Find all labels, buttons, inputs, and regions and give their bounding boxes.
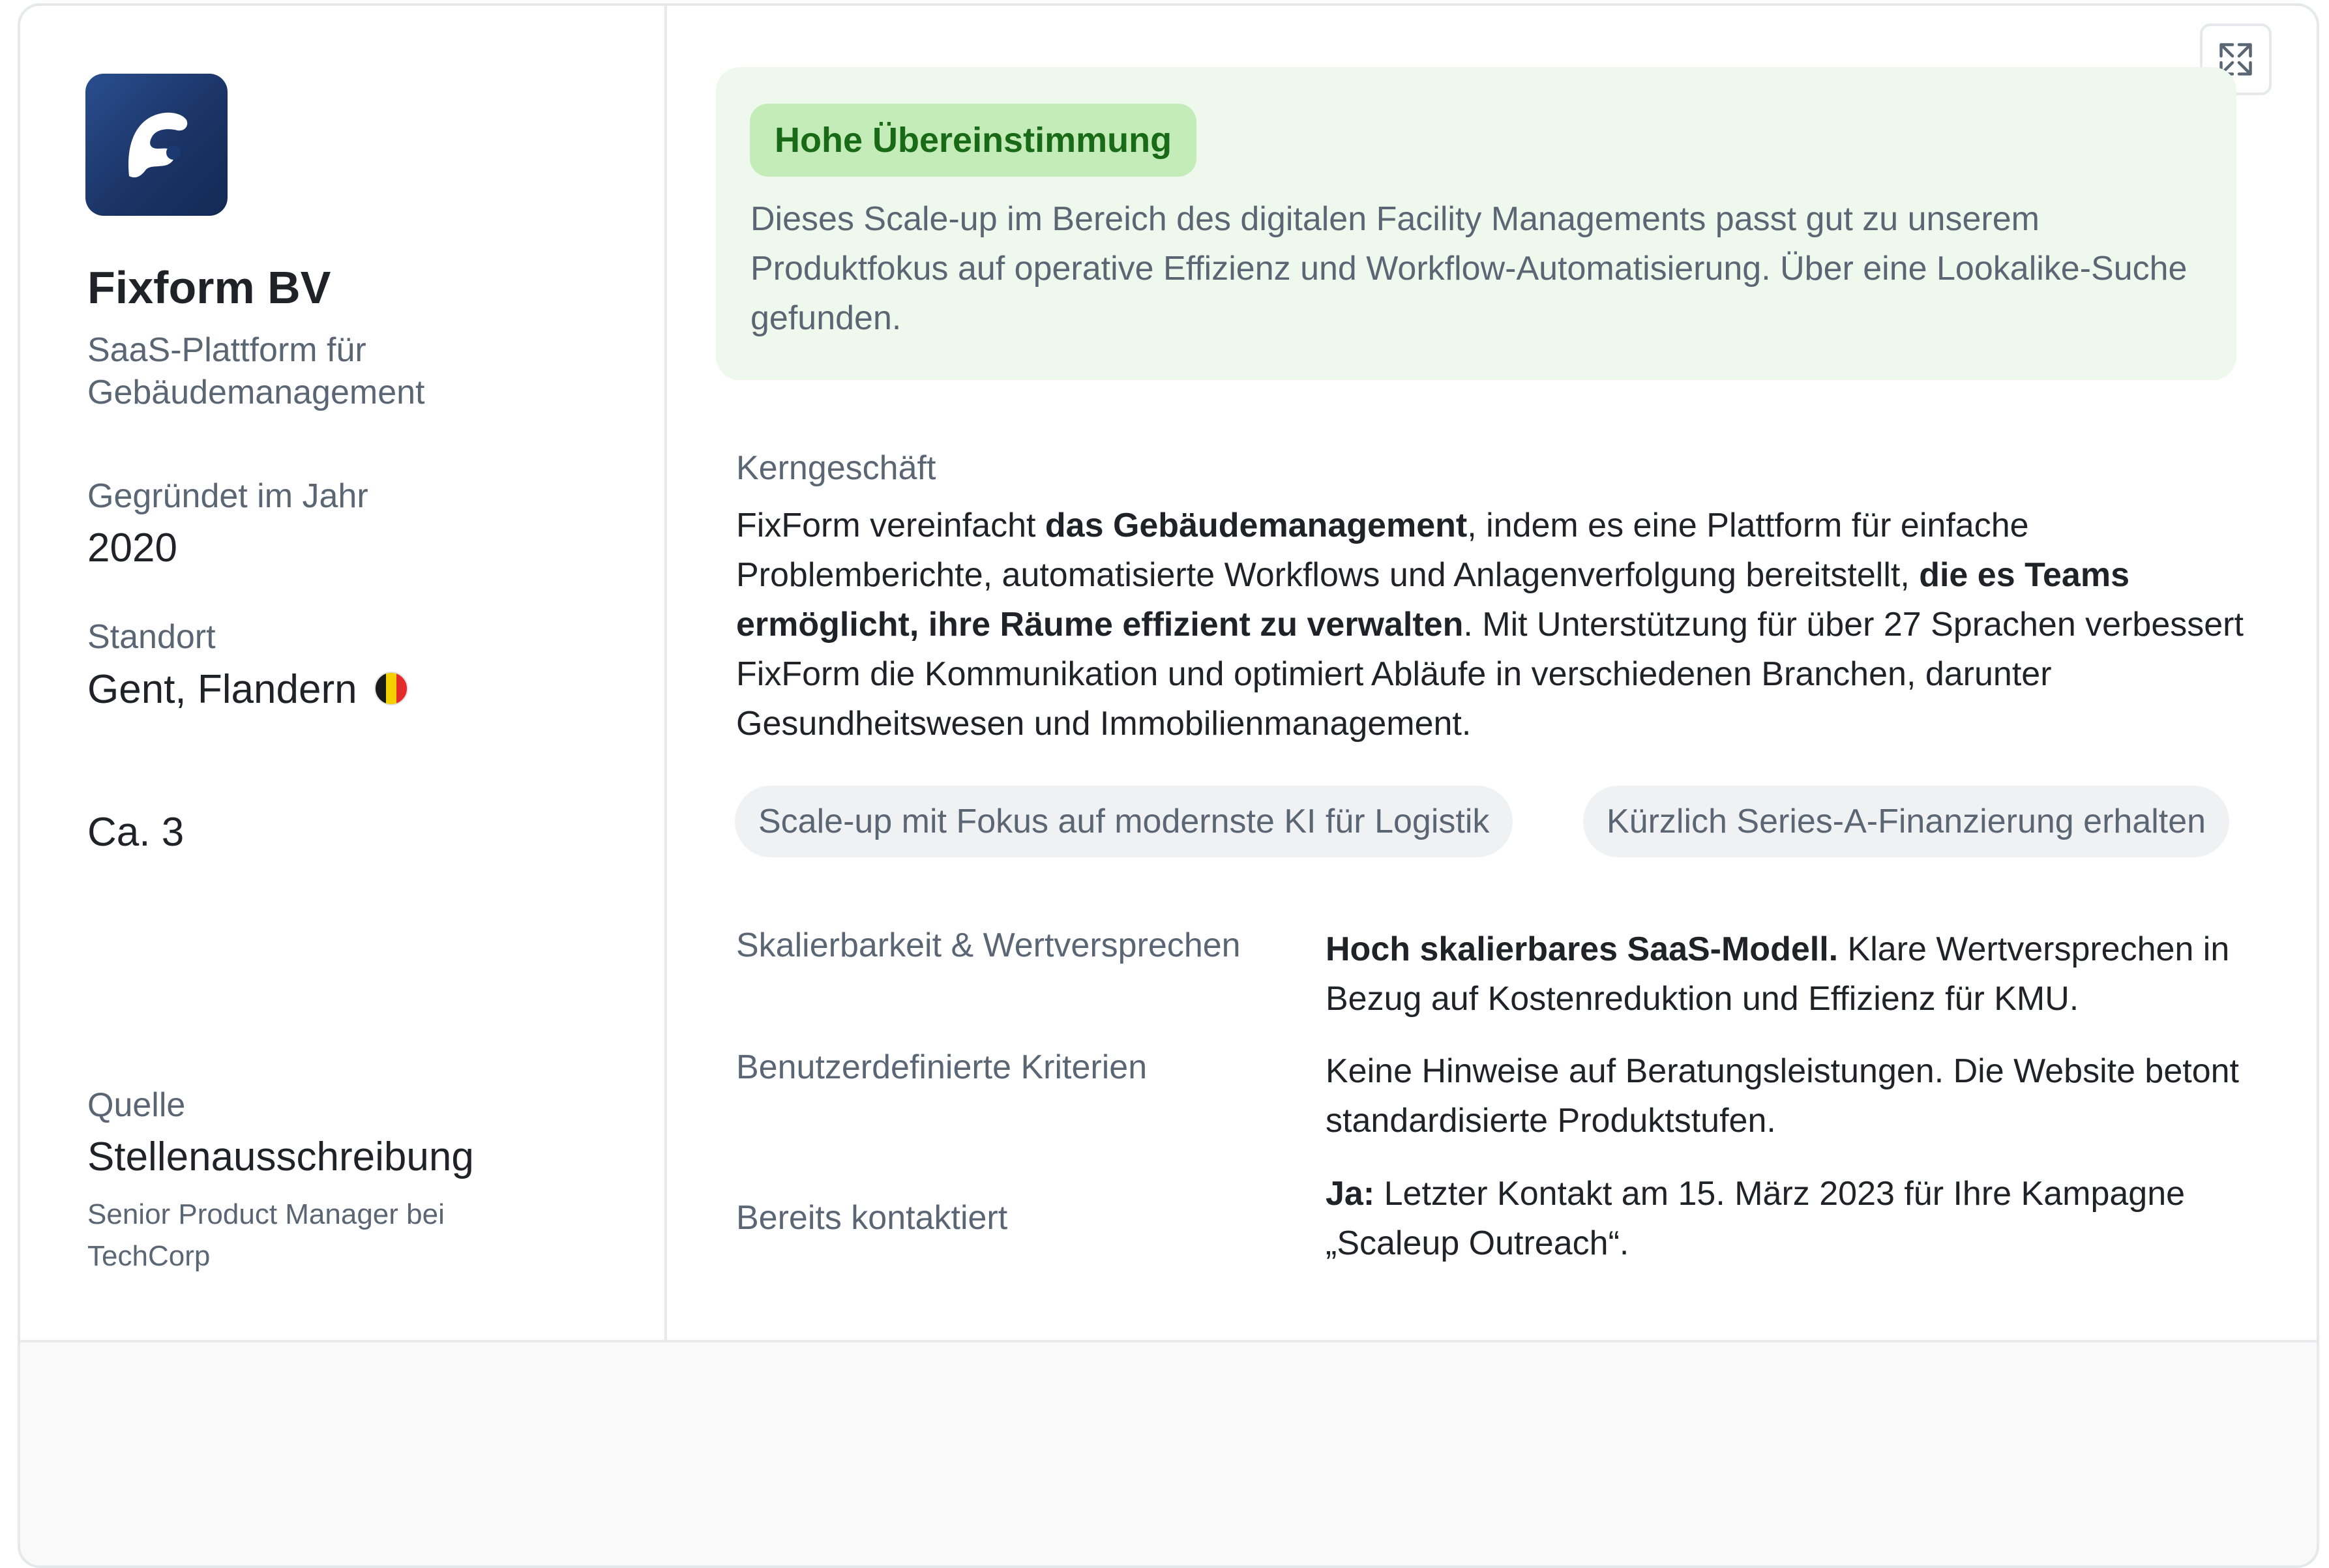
core-text-part: FixForm vereinfacht — [736, 507, 1045, 544]
contacted-value: Ja: Letzter Kontakt am 15. März 2023 für… — [1326, 1169, 2264, 1268]
criteria-label: Benutzerdefinierte Kriterien — [736, 1048, 1148, 1086]
source-label: Quelle — [87, 1086, 186, 1124]
scalability-bold: Hoch skalierbares SaaS-Modell. — [1326, 930, 1839, 968]
location-value: Gent, Flandern — [87, 666, 408, 713]
criteria-value: Keine Hinweise auf Beratungsleistungen. … — [1326, 1052, 2240, 1140]
match-description: Dieses Scale-up im Bereich des digitalen… — [750, 200, 2188, 337]
tag-pill: Kürzlich Series-A-Finanzierung erhalten — [1583, 786, 2230, 857]
company-name: Fixform BV — [87, 262, 331, 313]
fixform-logo-icon — [85, 74, 228, 216]
employees-value: Ca. 3 — [87, 810, 185, 855]
core-business-text: FixForm vereinfacht das Gebäudemanagemen… — [736, 501, 2249, 748]
location-text: Gent, Flandern — [87, 667, 357, 712]
tag-pill: Scale-up mit Fokus auf modernste KI für … — [735, 786, 1513, 857]
scalability-label: Skalierbarkeit & Wertversprechen — [736, 926, 1241, 964]
founded-value: 2020 — [87, 525, 177, 570]
belgium-flag-icon — [374, 672, 408, 705]
card-footer — [20, 1340, 2317, 1565]
core-business-label: Kerngeschäft — [736, 449, 936, 487]
contacted-text: Letzter Kontakt am 15. März 2023 für Ihr… — [1326, 1175, 2186, 1262]
match-badge: Hohe Übereinstimmung — [750, 104, 1197, 177]
core-text-bold: das Gebäudemanagement — [1045, 507, 1468, 544]
scalability-value: Hoch skalierbares SaaS-Modell. Klare Wer… — [1326, 925, 2264, 1024]
company-tagline: SaaS-Plattform für Gebäudemanagement — [87, 331, 425, 411]
source-detail: Senior Product Manager bei TechCorp — [87, 1198, 445, 1272]
contacted-label: Bereits kontaktiert — [736, 1199, 1008, 1237]
founded-label: Gegründet im Jahr — [87, 477, 368, 515]
match-summary: Hohe Übereinstimmung Dieses Scale-up im … — [716, 67, 2236, 380]
source-value: Stellenausschreibung — [87, 1134, 474, 1179]
company-sidebar: Fixform BV SaaS-Plattform für Gebäudeman… — [20, 6, 667, 1340]
contacted-bold: Ja: — [1326, 1175, 1375, 1213]
location-label: Standort — [87, 618, 216, 656]
